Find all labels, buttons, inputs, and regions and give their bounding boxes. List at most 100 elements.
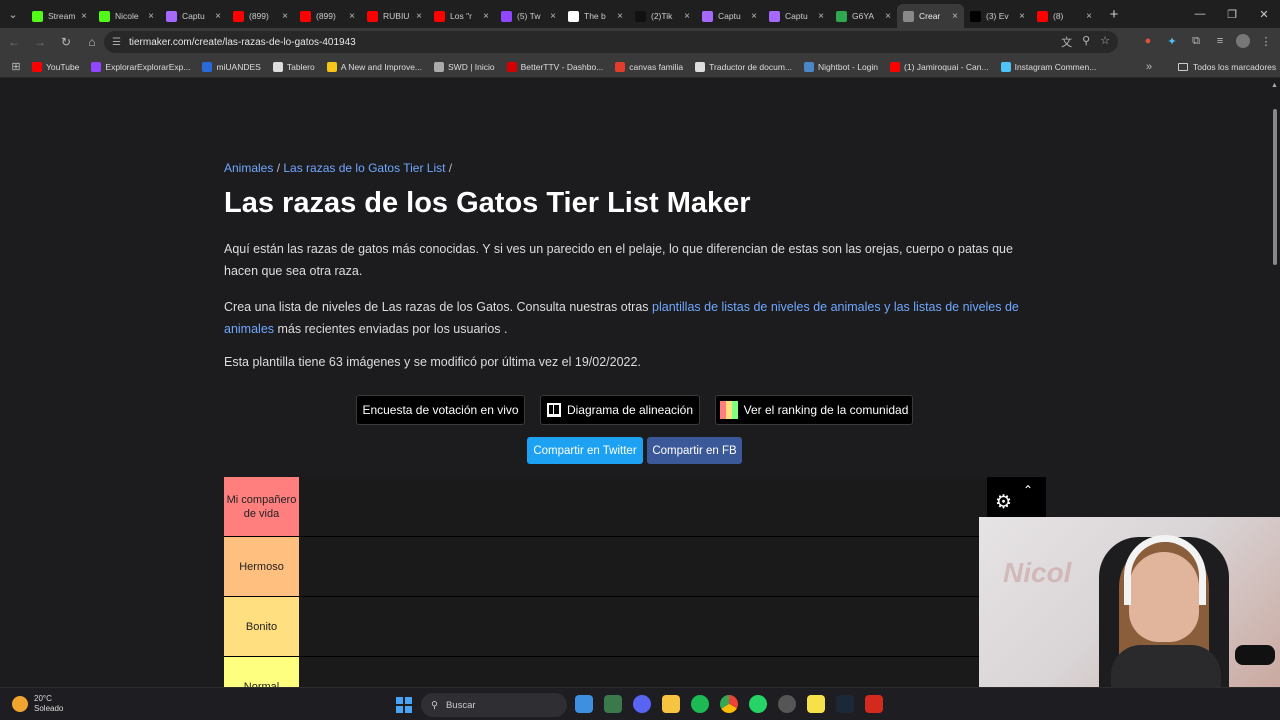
tab-close-icon[interactable]: × xyxy=(751,11,757,22)
tab-close-icon[interactable]: × xyxy=(684,11,690,22)
bookmark-item[interactable]: Instagram Commen... xyxy=(1000,61,1096,72)
new-tab-button[interactable]: + xyxy=(1102,2,1126,26)
tier-label[interactable]: Hermoso xyxy=(224,537,299,596)
scroll-up-icon[interactable]: ▲ xyxy=(1271,82,1278,89)
tab-close-icon[interactable]: × xyxy=(483,11,489,22)
app-icon[interactable] xyxy=(778,695,796,713)
apps-grid-icon[interactable]: ⊞ xyxy=(0,60,32,73)
tab-close-icon[interactable]: × xyxy=(81,11,87,22)
browser-tab[interactable]: Captu × xyxy=(696,4,763,28)
browser-tab[interactable]: (3) Ev × xyxy=(964,4,1031,28)
site-info-icon[interactable]: ☰ xyxy=(112,37,121,48)
taskbar-search[interactable]: ⚲ Buscar xyxy=(421,693,567,717)
browser-tab[interactable]: (899) × xyxy=(227,4,294,28)
zoom-icon[interactable]: ⚲ xyxy=(1082,34,1090,50)
tab-close-icon[interactable]: × xyxy=(215,11,221,22)
live-vote-button[interactable]: Encuesta de votación en vivo xyxy=(356,395,525,425)
browser-tab[interactable]: Los "r × xyxy=(428,4,495,28)
bookmark-item[interactable]: canvas familia xyxy=(615,61,683,72)
bookmark-item[interactable]: ExplorarExplorarExp... xyxy=(91,61,190,72)
media-icon[interactable]: ≡ xyxy=(1212,32,1228,50)
chevron-up-icon[interactable]: ⌃ xyxy=(1023,483,1033,497)
tab-close-icon[interactable]: × xyxy=(952,11,958,22)
translate-icon[interactable]: 文 xyxy=(1061,34,1072,50)
bookmark-item[interactable]: Tablero xyxy=(272,61,315,72)
minimize-icon[interactable]: — xyxy=(1184,0,1216,28)
bookmark-item[interactable]: BetterTTV - Dashbo... xyxy=(506,61,603,72)
tab-close-icon[interactable]: × xyxy=(349,11,355,22)
address-bar[interactable]: ☰ tiermaker.com/create/las-razas-de-lo-g… xyxy=(104,31,1118,53)
bookmark-item[interactable]: Traductor de docum... xyxy=(695,61,792,72)
profile-avatar[interactable] xyxy=(1236,34,1250,48)
browser-tab[interactable]: Crear × xyxy=(897,4,964,28)
file-icon[interactable] xyxy=(575,695,593,713)
tab-search-icon[interactable]: ⌄ xyxy=(0,0,26,28)
menu-icon[interactable]: ⋮ xyxy=(1258,32,1274,50)
browser-tab[interactable]: (8) × xyxy=(1031,4,1098,28)
tab-close-icon[interactable]: × xyxy=(818,11,824,22)
restore-icon[interactable]: ❐ xyxy=(1216,0,1248,28)
browser-tab[interactable]: RUBIU × xyxy=(361,4,428,28)
browser-tab[interactable]: Captu × xyxy=(160,4,227,28)
scrollbar-thumb[interactable] xyxy=(1273,109,1277,265)
share-fb-button[interactable]: Compartir en FB xyxy=(647,437,742,464)
bookmark-item[interactable]: YouTube xyxy=(32,61,79,72)
bookmark-item[interactable]: SWD | Inicio xyxy=(434,61,495,72)
whatsapp-icon[interactable] xyxy=(749,695,767,713)
tier-drop-zone[interactable] xyxy=(299,477,1046,536)
spotify-icon[interactable] xyxy=(691,695,709,713)
tab-close-icon[interactable]: × xyxy=(550,11,556,22)
steam-icon[interactable] xyxy=(836,695,854,713)
tier-drop-zone[interactable] xyxy=(299,597,1046,656)
tab-close-icon[interactable]: × xyxy=(148,11,154,22)
extension-icon[interactable]: ● xyxy=(1140,32,1156,50)
share-twitter-button[interactable]: Compartir en Twitter xyxy=(527,437,643,464)
tab-close-icon[interactable]: × xyxy=(1086,11,1092,22)
browser-tab[interactable]: Stream × xyxy=(26,4,93,28)
browser-tab[interactable]: (2)Tik × xyxy=(629,4,696,28)
weather-widget[interactable]: 20°C Soleado xyxy=(12,694,63,714)
browser-tab[interactable]: (899) × xyxy=(294,4,361,28)
tier-drop-zone[interactable] xyxy=(299,537,1046,596)
browser-tab[interactable]: G6YA × xyxy=(830,4,897,28)
bookmark-item[interactable]: miUANDES xyxy=(202,61,261,72)
tab-close-icon[interactable]: × xyxy=(617,11,623,22)
bookmark-item[interactable]: (1) Jamiroquai - Can... xyxy=(890,61,989,72)
community-ranking-button[interactable]: Ver el ranking de la comunidad xyxy=(715,395,913,425)
breadcrumb-tier-list[interactable]: Las razas de lo Gatos Tier List xyxy=(283,161,445,175)
all-bookmarks[interactable]: Todos los marcadores xyxy=(1178,62,1276,72)
discord-icon[interactable] xyxy=(633,695,651,713)
browser-tab[interactable]: Captu × xyxy=(763,4,830,28)
sticky-notes-icon[interactable] xyxy=(807,695,825,713)
browser-tab[interactable]: The b × xyxy=(562,4,629,28)
tier-drop-zone[interactable] xyxy=(299,657,1046,687)
forward-icon[interactable]: → xyxy=(28,30,52,54)
extension-icon[interactable]: ✦ xyxy=(1164,32,1180,50)
folder-icon[interactable] xyxy=(662,695,680,713)
close-window-icon[interactable]: ✕ xyxy=(1248,0,1280,28)
chrome-icon[interactable] xyxy=(720,695,738,713)
bookmark-item[interactable]: A New and Improve... xyxy=(326,61,422,72)
tab-close-icon[interactable]: × xyxy=(1019,11,1025,22)
tier-label[interactable]: Mi compañero de vida xyxy=(224,477,299,536)
bookmark-item[interactable]: Nightbot - Login xyxy=(804,61,878,72)
tier-label[interactable]: Bonito xyxy=(224,597,299,656)
reload-icon[interactable]: ↻ xyxy=(54,30,78,54)
gear-icon[interactable]: ⚙ xyxy=(995,491,1012,514)
acrobat-icon[interactable] xyxy=(865,695,883,713)
tab-close-icon[interactable]: × xyxy=(885,11,891,22)
tab-close-icon[interactable]: × xyxy=(282,11,288,22)
back-icon[interactable]: ← xyxy=(2,30,26,54)
bookmark-star-icon[interactable]: ☆ xyxy=(1100,34,1110,50)
windows-start-icon[interactable] xyxy=(396,697,412,713)
browser-tab[interactable]: Nicole × xyxy=(93,4,160,28)
tier-label[interactable]: Normal xyxy=(224,657,299,687)
browser-tab[interactable]: (5) Tw × xyxy=(495,4,562,28)
more-bookmarks-icon[interactable]: » xyxy=(1146,61,1152,73)
extensions-puzzle-icon[interactable]: ⧉ xyxy=(1188,32,1204,50)
terminal-icon[interactable] xyxy=(604,695,622,713)
home-icon[interactable]: ⌂ xyxy=(80,30,104,54)
alignment-chart-button[interactable]: Diagrama de alineación xyxy=(540,395,700,425)
tab-close-icon[interactable]: × xyxy=(416,11,422,22)
breadcrumb-animales[interactable]: Animales xyxy=(224,161,273,175)
